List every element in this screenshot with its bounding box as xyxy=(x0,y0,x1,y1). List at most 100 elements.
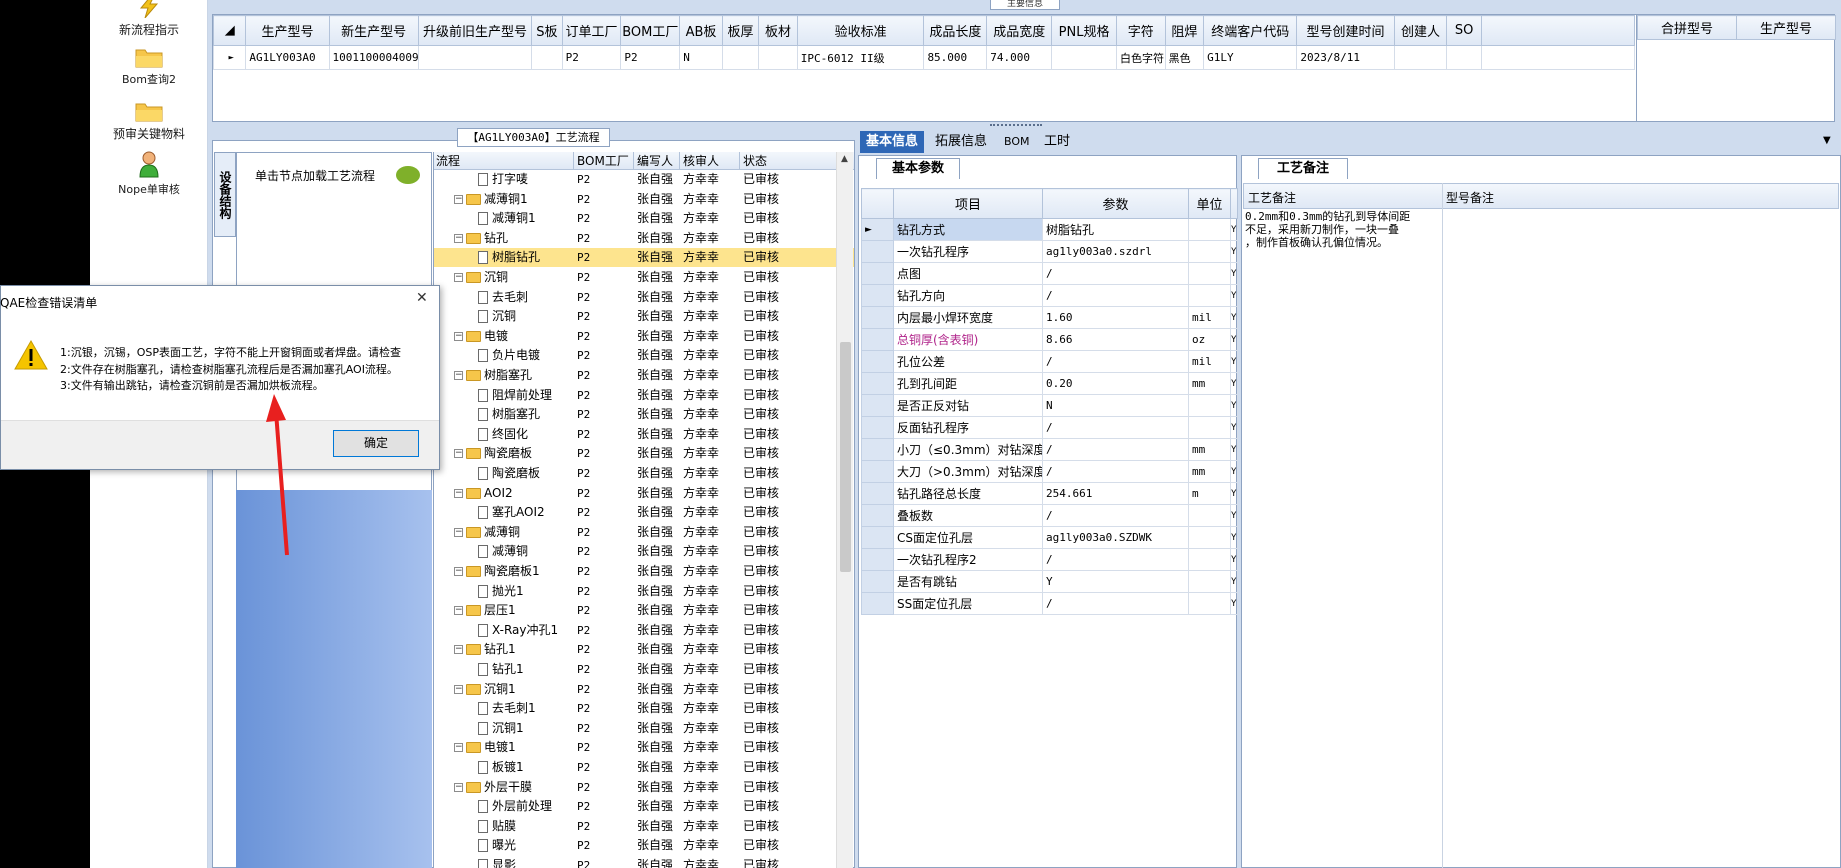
tree-node[interactable]: X-Ray冲孔1 xyxy=(478,621,558,640)
tree-node[interactable]: 打字唛 xyxy=(478,170,528,189)
tree-node[interactable]: 沉铜1 xyxy=(478,719,524,738)
tree-node[interactable]: − 钻孔 xyxy=(454,229,508,248)
close-icon[interactable]: ✕ xyxy=(416,290,428,306)
param-value[interactable]: 8.66 xyxy=(1042,328,1189,351)
param-value[interactable]: ag1ly003a0.szdrl xyxy=(1042,240,1189,263)
table-cell[interactable]: G1LY xyxy=(1203,45,1298,70)
tree-node[interactable]: − AOI2 xyxy=(454,484,513,503)
table-cell[interactable]: 74.000 xyxy=(986,45,1053,70)
tree-row[interactable]: 减薄铜 P2 张自强 方幸幸 已审核 xyxy=(434,542,854,561)
column-header[interactable]: 成品宽度 xyxy=(986,15,1053,46)
tree-row[interactable]: 塞孔AOI2 P2 张自强 方幸幸 已审核 xyxy=(434,503,854,522)
param-value[interactable]: ag1ly003a0.SZDWK xyxy=(1042,526,1189,549)
param-row[interactable]: 钻孔方向 / Y xyxy=(861,284,1238,307)
param-row[interactable]: 点图 / Y xyxy=(861,262,1238,285)
tree-row[interactable]: − 减薄铜 P2 张自强 方幸幸 已审核 xyxy=(434,523,854,542)
tree-row[interactable]: 沉铜1 P2 张自强 方幸幸 已审核 xyxy=(434,719,854,738)
table-cell[interactable]: N xyxy=(679,45,723,70)
tree-row[interactable]: 显影 P2 张自强 方幸幸 已审核 xyxy=(434,856,854,868)
param-row[interactable]: 大刀（>0.3mm）对钻深度 / mm Y xyxy=(861,460,1238,483)
tree-node[interactable]: 沉铜 xyxy=(478,307,516,326)
tree-node[interactable]: 减薄铜 xyxy=(478,542,528,561)
nav-item-nope-review[interactable]: Nope单审核 xyxy=(90,150,208,197)
column-header[interactable]: 阻焊 xyxy=(1164,15,1205,46)
collapse-icon[interactable]: − xyxy=(454,371,463,380)
nav-item-bom-query[interactable]: Bom查询2 xyxy=(90,46,208,87)
nav-item-key-material[interactable]: 预审关键物料 xyxy=(90,100,208,142)
table-cell[interactable]: 10011000040090 xyxy=(328,45,419,70)
column-header[interactable]: 升级前旧生产型号 xyxy=(417,15,533,46)
tree-row[interactable]: 陶瓷磨板 P2 张自强 方幸幸 已审核 xyxy=(434,464,854,483)
collapse-icon[interactable]: − xyxy=(454,606,463,616)
tree-node[interactable]: − 钻孔1 xyxy=(454,640,516,659)
tree-node[interactable]: − 沉铜1 xyxy=(454,680,516,699)
table-cell[interactable] xyxy=(1393,45,1448,70)
tree-row[interactable]: 终固化 P2 张自强 方幸幸 已审核 xyxy=(434,425,854,444)
table-cell[interactable]: 黑色 xyxy=(1164,45,1205,70)
param-value[interactable]: / xyxy=(1042,548,1189,571)
tree-row[interactable]: − 减薄铜1 P2 张自强 方幸幸 已审核 xyxy=(434,190,854,209)
table-cell[interactable]: 2023/8/11 xyxy=(1296,45,1395,70)
collapse-icon[interactable]: − xyxy=(454,684,463,694)
column-header[interactable]: 字符 xyxy=(1115,15,1166,46)
ok-button[interactable]: 确定 xyxy=(333,430,419,457)
table-cell[interactable]: 白色字符 xyxy=(1115,45,1166,70)
process-remark-text[interactable]: 0.2mm和0.3mm的钻孔到导体间距 不足，采用新刀制作，一块一叠 ，制作首板… xyxy=(1245,210,1445,249)
param-row[interactable]: 内层最小焊环宽度 1.60 mil Y xyxy=(861,306,1238,329)
tree-row[interactable]: X-Ray冲孔1 P2 张自强 方幸幸 已审核 xyxy=(434,621,854,640)
tree-row[interactable]: 负片电镀 P2 张自强 方幸幸 已审核 xyxy=(434,346,854,365)
param-value[interactable]: / xyxy=(1042,504,1189,527)
table-cell[interactable] xyxy=(1051,45,1117,70)
collapse-icon[interactable]: − xyxy=(454,527,463,537)
param-value[interactable]: / xyxy=(1042,416,1189,439)
column-header[interactable]: 新生产型号 xyxy=(328,15,419,46)
scroll-thumb[interactable] xyxy=(840,342,851,572)
table-cell[interactable] xyxy=(417,45,533,70)
tab-work-hours[interactable]: 工时 xyxy=(1038,131,1076,153)
param-value[interactable]: / xyxy=(1042,350,1189,373)
tree-row[interactable]: − 钻孔1 P2 张自强 方幸幸 已审核 xyxy=(434,640,854,659)
param-value[interactable]: / xyxy=(1042,460,1189,483)
column-header[interactable]: 生产型号 xyxy=(245,15,330,46)
tree-row[interactable]: 钻孔1 P2 张自强 方幸幸 已审核 xyxy=(434,660,854,679)
tab-bom[interactable]: BOM xyxy=(998,131,1036,153)
param-row[interactable]: 一次钻孔程序2/ Y xyxy=(861,548,1238,571)
tree-node[interactable]: 阻焊前处理 xyxy=(478,386,552,405)
tree-column-header[interactable]: 编写人 xyxy=(637,152,673,170)
tab-process-remarks[interactable]: 工艺备注 xyxy=(1258,158,1348,179)
tree-row[interactable]: − 沉铜1 P2 张自强 方幸幸 已审核 xyxy=(434,680,854,699)
tree-row[interactable]: − 沉铜 P2 张自强 方幸幸 已审核 xyxy=(434,268,854,287)
tree-node[interactable]: − 层压1 xyxy=(454,601,516,620)
tree-node[interactable]: 树脂钻孔 xyxy=(478,248,540,267)
tree-row[interactable]: − 钻孔 P2 张自强 方幸幸 已审核 xyxy=(434,229,854,248)
tree-column-header[interactable]: 流程 xyxy=(436,152,460,170)
tree-row[interactable]: 树脂塞孔 P2 张自强 方幸幸 已审核 xyxy=(434,405,854,424)
param-row[interactable]: 反面钻孔程序 / Y xyxy=(861,416,1238,439)
tree-node[interactable]: − 外层干膜 xyxy=(454,778,532,797)
tree-row[interactable]: 外层前处理 P2 张自强 方幸幸 已审核 xyxy=(434,797,854,816)
column-header[interactable]: 订单工厂 xyxy=(561,15,622,46)
tree-row[interactable]: 打字唛 P2 张自强 方幸幸 已审核 xyxy=(434,170,854,189)
collapse-icon[interactable]: − xyxy=(454,273,463,282)
tree-node[interactable]: 板镀1 xyxy=(478,758,524,777)
splitter[interactable] xyxy=(208,123,1841,131)
tree-row[interactable]: 曝光 P2 张自强 方幸幸 已审核 xyxy=(434,836,854,855)
tree-node[interactable]: 抛光1 xyxy=(478,582,524,601)
tree-row[interactable]: 去毛刺1 P2 张自强 方幸幸 已审核 xyxy=(434,699,854,718)
tree-node[interactable]: − 减薄铜 xyxy=(454,523,520,542)
collapse-icon[interactable]: − xyxy=(454,743,463,753)
tree-node[interactable]: 塞孔AOI2 xyxy=(478,503,545,522)
tab-dropdown-icon[interactable]: ▼ xyxy=(1823,135,1831,146)
column-header[interactable]: 终端客户代码 xyxy=(1203,15,1298,46)
param-value[interactable]: 1.60 xyxy=(1042,306,1189,329)
table-cell[interactable] xyxy=(1446,45,1482,70)
column-header[interactable]: 板材 xyxy=(758,15,798,46)
param-value[interactable]: 树脂钻孔 xyxy=(1042,218,1189,241)
table-row[interactable]: ► AG1LY003A0 10011000040090 P2 P2 N IPC-6012 … xyxy=(212,45,1636,70)
collapse-icon[interactable]: − xyxy=(454,488,463,498)
tree-row[interactable]: − 陶瓷磨板1 P2 张自强 方幸幸 已审核 xyxy=(434,562,854,581)
param-row[interactable]: 叠板数 / Y xyxy=(861,504,1238,527)
collapse-icon[interactable]: − xyxy=(454,567,463,576)
param-value[interactable]: / xyxy=(1042,262,1189,285)
tree-node[interactable]: − 电镀1 xyxy=(454,738,516,757)
